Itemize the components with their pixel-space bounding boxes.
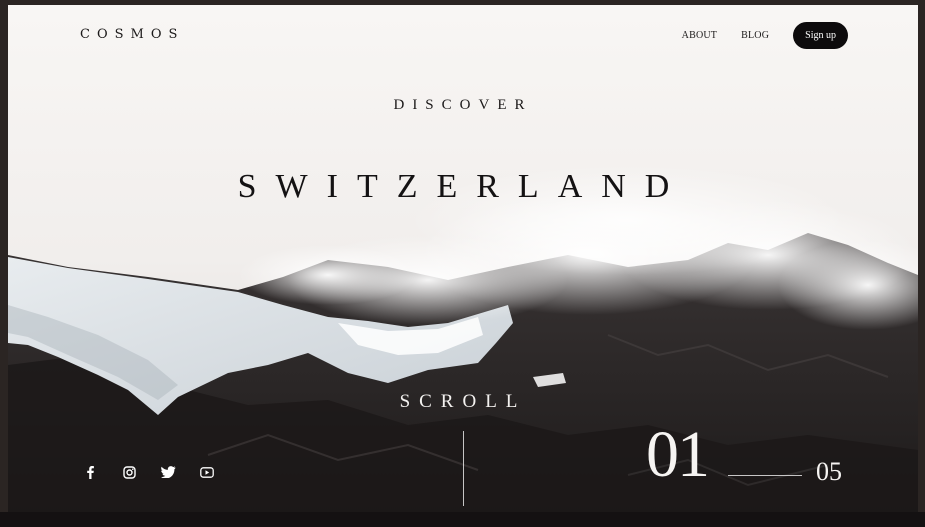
instagram-icon[interactable]: [119, 462, 139, 482]
scroll-indicator-label[interactable]: SCROLL: [8, 391, 918, 413]
total-slide-number: 05: [816, 457, 842, 486]
scroll-indicator-line: [463, 431, 464, 506]
top-nav: ABOUT BLOG Sign up: [682, 22, 848, 49]
facebook-icon[interactable]: [80, 462, 100, 482]
slide-counter: 01 05: [646, 415, 856, 495]
twitter-icon[interactable]: [158, 462, 178, 482]
youtube-icon[interactable]: [197, 462, 217, 482]
brand-logo[interactable]: COSMOS: [80, 27, 184, 42]
current-slide-number: 01: [646, 418, 710, 491]
slide-progress-line: [728, 475, 802, 476]
hero-section: COSMOS ABOUT BLOG Sign up DISCOVER SWITZ…: [8, 5, 918, 512]
nav-link-blog[interactable]: BLOG: [741, 30, 769, 41]
page-bottom-bar: [0, 512, 925, 527]
signup-button[interactable]: Sign up: [793, 22, 848, 49]
nav-link-about[interactable]: ABOUT: [682, 30, 717, 41]
social-links: [80, 462, 217, 482]
hero-kicker: DISCOVER: [393, 97, 533, 113]
hero-title: SWITZERLAND: [237, 168, 689, 205]
